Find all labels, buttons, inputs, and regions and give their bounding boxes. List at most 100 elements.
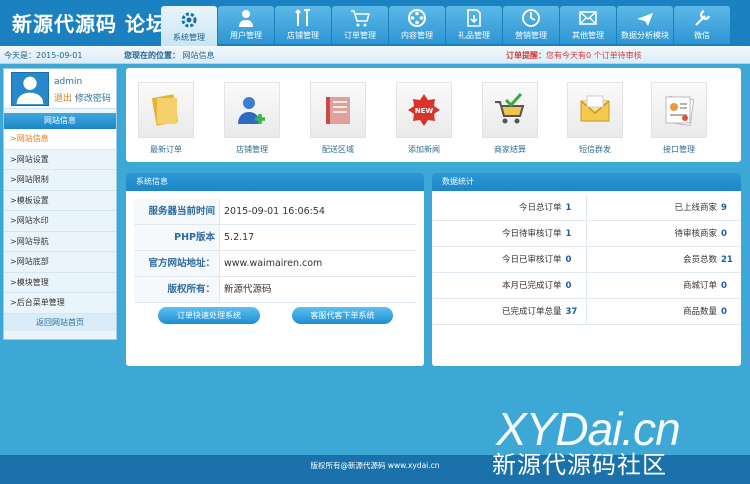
sidebar-item-modules[interactable]: >模块管理 (4, 273, 116, 293)
statistics-panel: 数据统计 今日总订单 1 已上线商家 9 今日待审核订单 1 待审核商家 0 今日已审核… (432, 173, 741, 366)
book-icon (310, 82, 366, 138)
nav-label: 营销管理 (515, 31, 547, 40)
statistics-title: 数据统计 (432, 173, 741, 191)
avatar (11, 72, 49, 106)
stat-row: 已完成订单总量 37 商品数量 0 (432, 299, 741, 325)
sysinfo-value: www.waimairen.com (224, 258, 323, 269)
shortcut-label: 商家结算 (494, 145, 526, 154)
tools-icon (292, 8, 314, 28)
order-quick-process-button[interactable]: 订单快速处理系统 (158, 307, 260, 324)
stat-row: 本月已完成订单 0 商城订单 0 (432, 273, 741, 299)
stat-row: 今日总订单 1 已上线商家 9 (432, 195, 741, 221)
agent-order-button[interactable]: 客服代客下单系统 (292, 307, 393, 324)
shortcut-merchant-settlement[interactable]: 商家结算 (482, 82, 538, 155)
sysinfo-key: PHP版本 (134, 225, 220, 250)
nav-gifts[interactable]: 礼品管理 (446, 6, 502, 44)
sidebar-item-site-settings[interactable]: >网站设置 (4, 150, 116, 170)
shortcut-label: 配送区域 (322, 145, 354, 154)
nav-content[interactable]: 内容管理 (389, 6, 445, 44)
stat-value: 21 (721, 255, 733, 265)
shortcut-api-manage[interactable]: 接口管理 (651, 82, 707, 155)
sysinfo-value: 5.2.17 (224, 232, 255, 243)
stat-label: 已完成订单总量 (501, 307, 562, 317)
sysinfo-value: 新源代源码 (224, 284, 272, 295)
stat-value: 0 (565, 281, 572, 291)
nav-system[interactable]: 系统管理 (161, 6, 217, 46)
nav-users[interactable]: 用户管理 (218, 6, 274, 44)
shortcut-sms-broadcast[interactable]: 短信群发 (567, 82, 623, 155)
shortcut-delivery-area[interactable]: 配送区域 (310, 82, 366, 155)
stat-label: 今日待审核订单 (501, 229, 562, 239)
nav-label: 其他管理 (572, 31, 604, 40)
nav-marketing[interactable]: 营销管理 (503, 6, 559, 44)
sidebar-item-site-info[interactable]: >网站信息 (4, 129, 116, 150)
stat-cell: 今日总订单 1 (432, 195, 587, 220)
stat-label: 已上线商家 (674, 203, 717, 213)
sysinfo-row: 服务器当前时间 2015-09-01 16:06:54 (134, 199, 416, 225)
shortcut-label: 短信群发 (579, 145, 611, 154)
id-card-icon (651, 82, 707, 138)
header: 新源代源码 论坛 系统管理 用户管理 店铺管理 订单管理 内容管理 礼品管理 营… (0, 0, 750, 46)
stat-label: 今日已审核订单 (501, 255, 562, 265)
shortcut-label: 最新订单 (150, 145, 182, 154)
sysinfo-row: 官方网站地址： www.waimairen.com (134, 251, 416, 277)
cart-check-icon (482, 82, 538, 138)
stat-cell: 会员总数 21 (587, 247, 742, 272)
sysinfo-row: 版权所有： 新源代源码 (134, 277, 416, 303)
shortcut-latest-orders[interactable]: 最新订单 (138, 82, 194, 155)
sidebar-item-navigation[interactable]: >网站导航 (4, 232, 116, 252)
nav-label: 内容管理 (401, 31, 433, 40)
sidebar-item-templates[interactable]: >模板设置 (4, 191, 116, 211)
sidebar-item-menu-admin[interactable]: >后台菜单管理 (4, 293, 116, 314)
nav-orders[interactable]: 订单管理 (332, 6, 388, 44)
nav-label: 系统管理 (173, 33, 205, 42)
stat-cell: 商城订单 0 (587, 273, 742, 298)
add-user-icon (224, 82, 280, 138)
stat-row: 今日已审核订单 0 会员总数 21 (432, 247, 741, 273)
user-actions: 退出 修改密码 (54, 91, 111, 104)
nav-shops[interactable]: 店铺管理 (275, 6, 331, 44)
logout-link[interactable]: 退出 (54, 94, 72, 104)
nav-other[interactable]: 其他管理 (560, 6, 616, 44)
stat-value: 0 (721, 281, 727, 291)
stat-cell: 本月已完成订单 0 (432, 273, 587, 298)
nav-wechat[interactable]: 微信 (674, 6, 730, 44)
user-box: admin 退出 修改密码 (4, 69, 116, 109)
change-password-link[interactable]: 修改密码 (75, 94, 111, 104)
stat-cell: 已完成订单总量 37 (432, 299, 587, 324)
stat-label: 本月已完成订单 (501, 281, 562, 291)
sysinfo-row: PHP版本 5.2.17 (134, 225, 416, 251)
sidebar-item-footer[interactable]: >网站底部 (4, 252, 116, 273)
nav-label: 店铺管理 (287, 31, 319, 40)
stat-label: 待审核商家 (674, 229, 717, 239)
stat-value: 1 (565, 203, 572, 213)
stat-value: 0 (721, 229, 727, 239)
nav-analytics[interactable]: 数据分析模块 (617, 6, 673, 44)
shortcut-label: 接口管理 (663, 145, 695, 154)
shortcut-label: 店铺管理 (236, 145, 268, 154)
gear-icon (178, 10, 200, 30)
download-icon (463, 8, 485, 28)
shortcut-add-news[interactable]: NEW 添加新闻 (396, 82, 452, 155)
location-value: 网站信息 (182, 51, 215, 60)
info-bar: 今天是：2015-09-01 您现在的位置： 网站信息 订单提醒：您有今天有0 … (0, 46, 750, 64)
sysinfo-key: 版权所有： (134, 277, 220, 302)
sidebar-menu: >网站信息 >网站设置 >网站限制 >模板设置 >网站水印 >网站导航 >网站底… (4, 129, 116, 314)
user-icon (235, 8, 257, 28)
site-logo[interactable]: 新源代源码 论坛 (12, 8, 167, 37)
alert-label: 订单提醒： (506, 51, 546, 60)
nav-label: 数据分析模块 (621, 31, 669, 40)
stat-row: 今日待审核订单 1 待审核商家 0 (432, 221, 741, 247)
stat-value: 0 (721, 307, 727, 317)
nav-label: 用户管理 (230, 31, 262, 40)
clock-icon (520, 8, 542, 28)
stat-cell: 今日待审核订单 1 (432, 221, 587, 246)
sidebar-item-site-limits[interactable]: >网站限制 (4, 170, 116, 191)
shortcut-shop-manage[interactable]: 店铺管理 (224, 82, 280, 155)
sidebar-item-watermark[interactable]: >网站水印 (4, 211, 116, 232)
back-to-home-link[interactable]: 返回网站首页 (4, 313, 116, 331)
new-badge-icon: NEW (396, 82, 452, 138)
film-icon (406, 8, 428, 28)
sidebar: admin 退出 修改密码 网站信息 >网站信息 >网站设置 >网站限制 >模板… (3, 68, 117, 340)
stat-label: 会员总数 (682, 255, 717, 265)
